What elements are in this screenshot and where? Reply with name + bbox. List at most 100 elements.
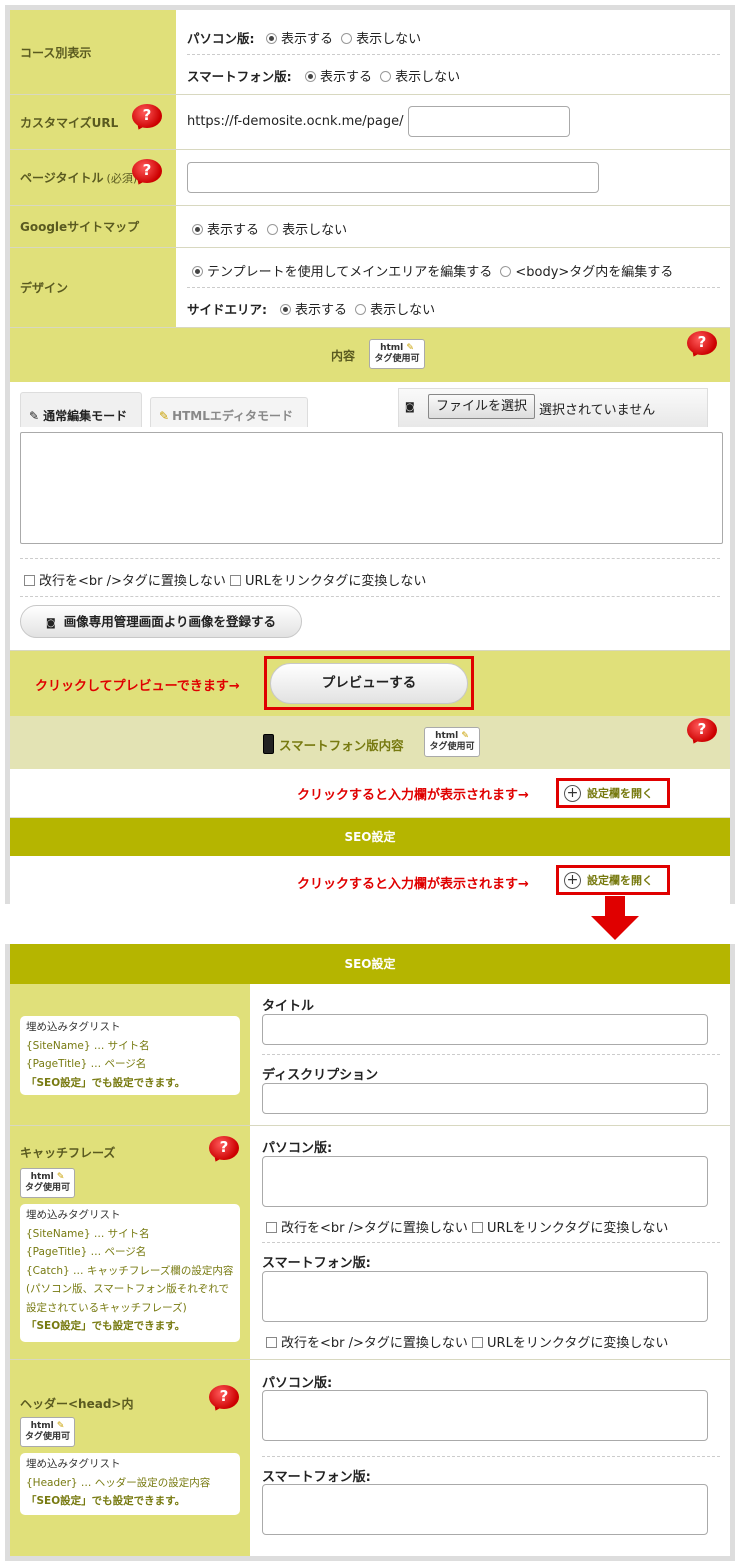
file-select-button[interactable]: ファイルを選択 xyxy=(428,394,535,419)
tab-normal-edit[interactable]: ✎ 通常編集モード xyxy=(20,392,142,427)
seo-title-row: 埋め込みタグリスト {SiteName} … サイト名 {PageTitle} … xyxy=(10,984,730,1126)
sp-hide-radio[interactable] xyxy=(380,71,392,82)
side-show-radio[interactable] xyxy=(280,304,291,315)
pc-radios: 表示する 表示しない xyxy=(266,28,421,47)
smartphone-icon xyxy=(263,734,274,754)
content-textarea[interactable] xyxy=(20,432,723,544)
camera-icon: ◙ xyxy=(46,618,56,629)
seo-description-input[interactable] xyxy=(262,1083,708,1114)
custom-url-row: カスタマイズURL ? https://f-demosite.ocnk.me/p… xyxy=(10,95,730,150)
page-title-input[interactable] xyxy=(187,162,599,193)
br-checkbox[interactable] xyxy=(266,1337,277,1348)
url-prefix: https://f-demosite.ocnk.me/page/ xyxy=(187,114,404,129)
head-pc-textarea[interactable] xyxy=(262,1390,708,1441)
course-row: コース別表示 パソコン版: 表示する 表示しない スマートフォン版: 表示する … xyxy=(10,10,730,95)
sitemap-radios: 表示する 表示しない xyxy=(192,219,347,238)
course-label: コース別表示 xyxy=(10,10,176,94)
help-icon[interactable]: ? xyxy=(207,1136,241,1164)
smartphone-open-row: クリックすると入力欄が表示されます→ + 設定欄を開く xyxy=(10,769,730,818)
design-label: デザイン xyxy=(10,248,176,327)
html-badge: html ✎ タグ使用可 xyxy=(424,727,480,757)
help-icon[interactable]: ? xyxy=(130,159,164,187)
palette-icon: ✎ xyxy=(56,1421,65,1431)
help-icon[interactable]: ? xyxy=(130,104,164,132)
preview-button[interactable]: プレビューする xyxy=(270,663,468,704)
sitemap-label: Googleサイトマップ xyxy=(10,206,176,247)
side-hide-radio[interactable] xyxy=(355,304,367,315)
head-sp-textarea[interactable] xyxy=(262,1484,708,1535)
camera-icon: ◙ xyxy=(405,402,415,413)
plus-circle-icon: + xyxy=(564,784,581,802)
down-arrow-icon xyxy=(591,896,639,944)
sp-radios: 表示する 表示しない xyxy=(305,66,460,85)
head-sp-label: スマートフォン版: xyxy=(262,1470,371,1485)
preview-hint: クリックしてプレビューできます→ xyxy=(35,679,240,694)
url-checkbox[interactable] xyxy=(472,1337,484,1348)
description-label: ディスクリプション xyxy=(262,1068,379,1083)
catch-sp-textarea[interactable] xyxy=(262,1271,708,1322)
seo-settings-panel: SEO設定 埋め込みタグリスト {SiteName} … サイト名 {PageT… xyxy=(5,944,735,1561)
file-upload-area: ◙ ファイルを選択 選択されていません xyxy=(398,388,708,427)
sitemap-hide-radio[interactable] xyxy=(267,224,279,235)
preview-highlight: プレビューする xyxy=(264,656,474,710)
content-label: 内容 xyxy=(331,349,356,363)
seo-detail-header: SEO設定 xyxy=(10,944,730,984)
seo-header: SEO設定 xyxy=(10,818,730,856)
side-area-label: サイドエリア: xyxy=(187,302,267,317)
taglist-box: 埋め込みタグリスト {SiteName} … サイト名 {PageTitle} … xyxy=(20,1204,240,1342)
catch-pc-textarea[interactable] xyxy=(262,1156,708,1207)
palette-icon: ✎ xyxy=(56,1172,65,1182)
title-label: タイトル xyxy=(262,999,315,1014)
taglist-box: 埋め込みタグリスト {Header} … ヘッダー設定の設定内容 「SEO設定」… xyxy=(20,1453,240,1515)
register-image-button[interactable]: ◙ 画像専用管理画面より画像を登録する xyxy=(20,605,302,638)
plus-circle-icon: + xyxy=(564,871,581,889)
html-badge: html ✎ タグ使用可 xyxy=(20,1168,75,1198)
palette-icon: ✎ xyxy=(461,731,469,741)
catch-pc-options: 改行を<br />タグに置換しない URLをリンクタグに変換しない xyxy=(266,1217,668,1236)
help-icon[interactable]: ? xyxy=(685,331,719,359)
catch-pc-label: パソコン版: xyxy=(262,1141,333,1156)
pc-hide-radio[interactable] xyxy=(341,33,353,44)
url-checkbox[interactable] xyxy=(472,1222,484,1233)
file-status: 選択されていません xyxy=(539,403,656,418)
custom-url-input[interactable] xyxy=(408,106,570,137)
pc-show-radio[interactable] xyxy=(266,33,277,44)
design-template-radio[interactable] xyxy=(192,266,203,277)
palette-icon: ✎ xyxy=(159,409,170,423)
tab-html-editor[interactable]: ✎ HTMLエディタモード xyxy=(150,397,308,427)
br-checkbox[interactable] xyxy=(24,575,35,586)
content-header: 内容 html ✎ タグ使用可 ? xyxy=(10,328,730,382)
help-icon[interactable]: ? xyxy=(685,718,719,746)
catch-sp-label: スマートフォン版: xyxy=(262,1256,371,1271)
sp-show-radio[interactable] xyxy=(305,71,316,82)
smartphone-open-button[interactable]: + 設定欄を開く xyxy=(556,778,670,808)
design-row: デザイン テンプレートを使用してメインエリアを編集する <body>タグ内を編集… xyxy=(10,248,730,328)
page-title-row: ページタイトル (必須) ? xyxy=(10,150,730,206)
html-badge: html ✎ タグ使用可 xyxy=(369,339,425,369)
design-radios: テンプレートを使用してメインエリアを編集する <body>タグ内を編集する xyxy=(192,261,673,280)
url-checkbox[interactable] xyxy=(230,575,242,586)
smartphone-content-header: スマートフォン版内容 html ✎ タグ使用可 ? xyxy=(10,716,730,769)
side-area-radios: 表示する 表示しない xyxy=(280,299,435,318)
page-settings-panel: コース別表示 パソコン版: 表示する 表示しない スマートフォン版: 表示する … xyxy=(5,5,735,904)
smartphone-hint: クリックすると入力欄が表示されます→ xyxy=(297,788,529,803)
help-icon[interactable]: ? xyxy=(207,1385,241,1413)
sp-label: スマートフォン版: xyxy=(187,69,292,84)
seo-hint: クリックすると入力欄が表示されます→ xyxy=(297,877,529,892)
pencil-icon: ✎ xyxy=(29,409,40,423)
palette-icon: ✎ xyxy=(406,343,414,353)
editor-area: ✎ 通常編集モード ✎ HTMLエディタモード ◙ ファイルを選択 選択されていませ… xyxy=(10,382,730,650)
seo-open-button[interactable]: + 設定欄を開く xyxy=(556,865,670,895)
preview-bar: クリックしてプレビューできます→ プレビューする xyxy=(10,650,730,716)
sitemap-row: Googleサイトマップ 表示する 表示しない xyxy=(10,206,730,248)
seo-title-input[interactable] xyxy=(262,1014,708,1045)
sitemap-show-radio[interactable] xyxy=(192,224,203,235)
design-body-radio[interactable] xyxy=(500,266,512,277)
head-row: ヘッダー<head>内 ? html ✎ タグ使用可 埋め込みタグリスト {He… xyxy=(10,1360,730,1556)
br-checkbox[interactable] xyxy=(266,1222,277,1233)
catch-sp-options: 改行を<br />タグに置換しない URLをリンクタグに変換しない xyxy=(266,1332,668,1351)
content-options: 改行を<br />タグに置換しない URLをリンクタグに変換しない xyxy=(24,570,426,589)
head-pc-label: パソコン版: xyxy=(262,1376,333,1391)
taglist-box: 埋め込みタグリスト {SiteName} … サイト名 {PageTitle} … xyxy=(20,1016,240,1095)
pc-label: パソコン版: xyxy=(187,31,255,46)
